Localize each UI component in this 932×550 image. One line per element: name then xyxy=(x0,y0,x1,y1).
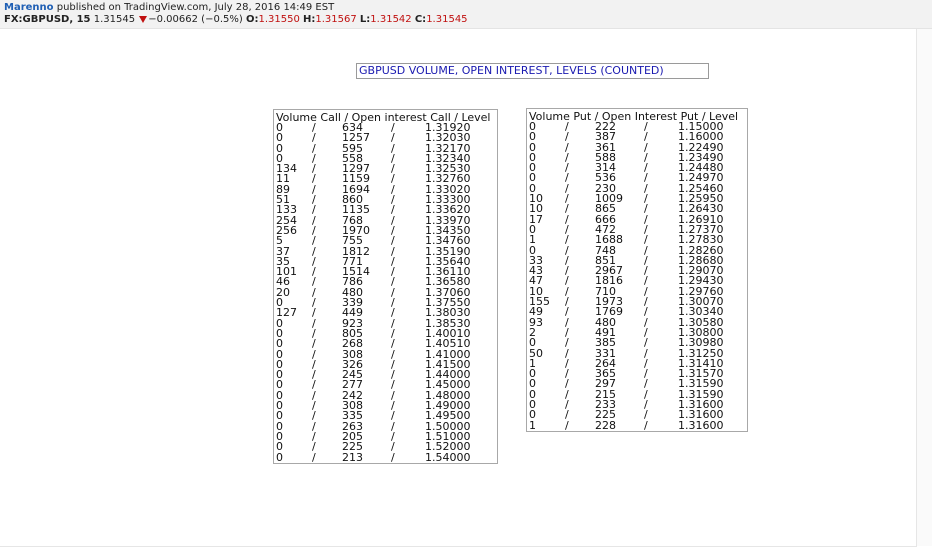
call-table-rows: 0/634/1.31920 0/1257/1.32030 0/595/1.32170… xyxy=(276,122,497,464)
open-value: 1.31550 xyxy=(258,14,300,25)
separator: / xyxy=(391,450,395,464)
call-table-row: 0 / 213 / 1.54000 xyxy=(276,450,497,464)
put-table-rows: 0/222/1.15000 0/387/1.16000 0/361/1.22490 0… xyxy=(529,121,747,432)
close-label: C: xyxy=(414,14,427,25)
low-value: 1.31542 xyxy=(370,14,412,25)
low-label: L: xyxy=(359,14,371,25)
quote-line: FX:GBPUSD, 15 1.31545 −0.00662 (−0.5%) O… xyxy=(4,14,468,26)
chart-title-box: GBPUSD VOLUME, OPEN INTEREST, LEVELS (CO… xyxy=(356,63,709,79)
high-value: 1.31567 xyxy=(315,14,357,25)
put-table-row: 1 / 228 / 1.31600 xyxy=(529,418,747,432)
volume-cell: 0 xyxy=(276,450,283,464)
published-text: published on TradingView.com, July 28, 2… xyxy=(56,2,335,13)
close-value: 1.31545 xyxy=(426,14,468,25)
high-label: H: xyxy=(303,14,316,25)
separator: / xyxy=(312,450,316,464)
down-arrow-icon xyxy=(139,16,148,23)
open-label: O: xyxy=(245,14,259,25)
open-interest-cell: 213 xyxy=(342,450,363,464)
volume-cell: 1 xyxy=(529,418,536,432)
separator: / xyxy=(644,418,648,432)
level-cell: 1.31600 xyxy=(678,418,724,432)
call-levels-table: Volume Call / Open interest Call / Level… xyxy=(273,109,498,464)
symbol-label[interactable]: FX:GBPUSD, 15 xyxy=(4,14,91,25)
publish-header: Marenno published on TradingView.com, Ju… xyxy=(0,0,932,29)
level-cell: 1.54000 xyxy=(425,450,471,464)
open-interest-cell: 228 xyxy=(595,418,616,432)
right-scale[interactable] xyxy=(917,29,932,546)
put-levels-table: Volume Put / Open Interest Put / Level 0… xyxy=(526,108,748,432)
last-price: 1.31545 xyxy=(93,14,136,25)
author-link[interactable]: Marenno xyxy=(4,2,54,13)
publish-line: Marenno published on TradingView.com, Ju… xyxy=(4,2,334,14)
separator: / xyxy=(565,418,569,432)
price-change: −0.00662 (−0.5%) xyxy=(148,14,243,25)
